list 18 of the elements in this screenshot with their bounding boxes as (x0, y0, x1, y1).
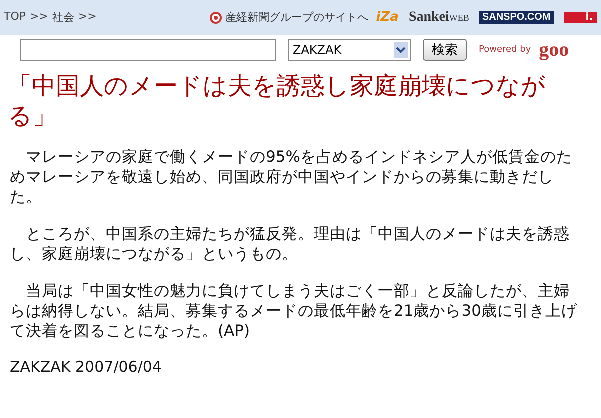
byline: ZAKZAK 2007/06/04 (10, 358, 163, 376)
site-select[interactable]: ZAKZAK (288, 39, 411, 61)
search-button[interactable]: 検索 (423, 39, 467, 61)
group-sites-link[interactable]: 産経新聞グループのサイトへ (225, 10, 368, 25)
search-field[interactable] (20, 39, 276, 61)
headline: 「中国人のメードは夫を誘惑し家庭崩壊につながる」 (8, 71, 547, 131)
breadcrumb-separator: >> (78, 10, 97, 25)
sankei-web-logo[interactable]: SankeiWEB (408, 10, 470, 26)
breadcrumb-link[interactable]: 社会 (52, 10, 74, 25)
breadcrumb-separator: >> (30, 10, 48, 25)
sanspo-logo[interactable]: SANSPO.COM (479, 11, 554, 24)
powered-by-label: Powered by (479, 45, 532, 55)
business-logo[interactable]: i. (564, 12, 597, 23)
breadcrumb-link[interactable]: TOP (4, 10, 26, 25)
article-paragraph: ところが、中国系の主婦たちが猛反発。理由は「中国人のメードは夫を誘惑し、家庭崩壊につながる」というもの。 (10, 224, 571, 264)
article-paragraph: マレーシアの家庭で働くメードの95%を占めるインドネシア人が低賃金のためマレーシアを敬遠し始め、同国政府が中国やインドからの募集に動きだした。 (10, 147, 574, 207)
goo-logo[interactable]: goo (539, 40, 570, 60)
article-paragraph: 当局は「中国女性の魅力に負けてしまう夫はごく一部」と反論したが、主婦らは納得しない。結局、募集するメードの最低年齢を21歳から30歳に引き上げて決着を図ることになった。(AP) (10, 281, 578, 341)
